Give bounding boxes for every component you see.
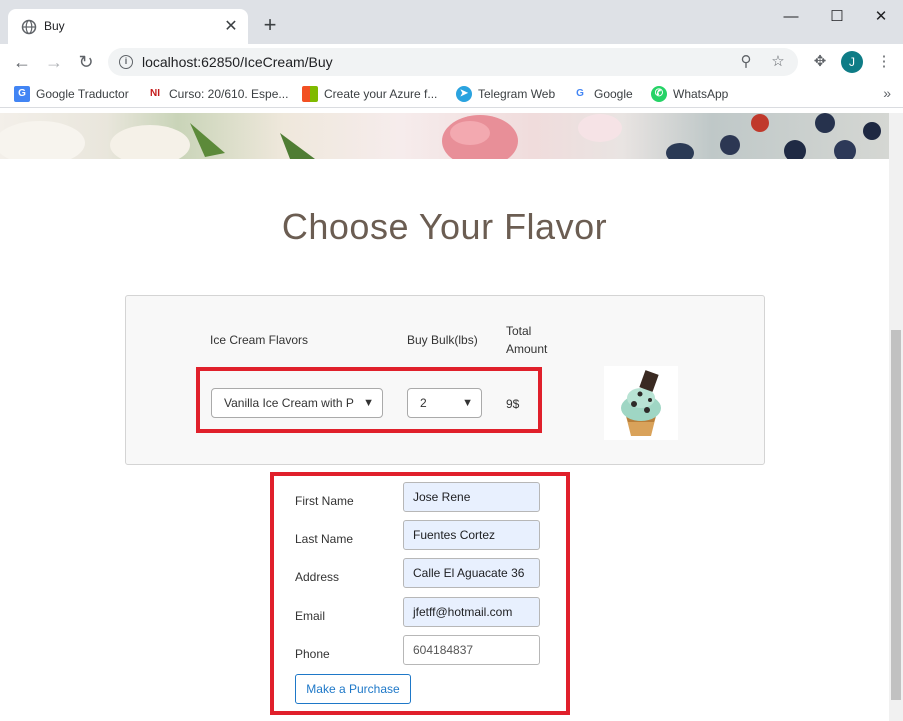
globe-icon [21,19,37,35]
ice-cream-icon [621,370,661,436]
email-field[interactable]: jfetff@hotmail.com [403,597,540,627]
address-bar[interactable]: i localhost:62850/IceCream/Buy ⚲ ☆ [108,48,798,76]
star-icon[interactable]: ☆ [768,52,788,72]
browser-toolbar: ← → ↻ i localhost:62850/IceCream/Buy ⚲ ☆… [0,44,903,80]
flavors-column-label: Ice Cream Flavors [210,333,309,347]
page-viewport: Choose Your Flavor Ice Cream Flavors Buy… [0,108,903,721]
page-scrollbar[interactable] [889,113,903,721]
hero-banner-image [0,113,889,159]
scrollbar-thumb[interactable] [891,330,901,700]
bookmark-google[interactable]: G Google [572,86,633,104]
bulk-column-label: Buy Bulk(lbs) [407,333,478,347]
flavor-select-value: Vanilla Ice Cream with P [224,396,354,410]
bookmark-whatsapp[interactable]: ✆ WhatsApp [651,86,728,104]
chevron-down-icon: ▼ [462,397,473,409]
avatar[interactable]: J [841,51,863,73]
bookmark-telegram[interactable]: ➤ Telegram Web [456,86,555,104]
order-card: Ice Cream Flavors Buy Bulk(lbs) Total Am… [125,295,765,465]
bulk-select[interactable]: 2 ▼ [407,388,482,418]
window-close-button[interactable]: ✕ [859,4,903,30]
first-name-label: First Name [295,494,354,508]
reload-icon[interactable]: ↻ [74,50,98,74]
zoom-icon[interactable]: ⚲ [736,52,756,72]
telegram-icon: ➤ [456,86,472,102]
total-column-label: Total Amount [506,324,548,356]
maximize-button[interactable]: ☐ [815,4,859,30]
last-name-field[interactable]: Fuentes Cortez [403,520,540,550]
forward-arrow-icon[interactable]: → [42,50,66,74]
page-title: Choose Your Flavor [281,206,608,247]
flavor-select[interactable]: Vanilla Ice Cream with P ▼ [211,388,383,418]
url-text[interactable]: localhost:62850/IceCream/Buy [142,54,333,70]
make-purchase-button[interactable]: Make a Purchase [295,674,411,704]
bookmark-curso[interactable]: NI Curso: 20/610. Espe... [147,86,288,104]
banner-decoration [0,113,881,159]
chevron-right-icon[interactable]: » [883,85,891,101]
ice-cream-product-image [604,366,678,440]
address-label: Address [295,570,340,584]
menu-icon[interactable]: ⋮ [874,52,894,72]
info-icon[interactable]: i [119,55,133,69]
address-field[interactable]: Calle El Aguacate 36 [403,558,540,588]
extensions-icon[interactable]: ✥ [810,52,830,72]
back-arrow-icon[interactable]: ← [10,50,34,74]
tab-buy[interactable]: Buy ✕ [8,9,248,44]
whatsapp-icon: ✆ [651,86,667,102]
google-translate-icon: G [14,86,30,102]
bookmarks-bar: G Google Traductor NI Curso: 20/610. Espe.… [0,80,903,108]
total-amount-value: 9$ [506,397,520,411]
close-icon[interactable]: ✕ [220,16,242,38]
new-tab-button[interactable]: + [258,14,282,38]
ni-icon: NI [147,86,163,102]
tab-strip: Buy ✕ + — ☐ ✕ [0,0,903,44]
first-name-field[interactable]: Jose Rene [403,482,540,512]
chevron-down-icon: ▼ [363,397,374,409]
last-name-label: Last Name [295,532,354,546]
bookmark-azure[interactable]: Create your Azure f... [302,86,437,104]
bulk-select-value: 2 [420,396,427,410]
customer-form: First Name Jose Rene Last Name Fuentes C… [270,472,570,715]
bookmark-google-traductor[interactable]: G Google Traductor [14,86,129,104]
minimize-button[interactable]: — [769,4,813,30]
phone-label: Phone [295,647,330,661]
google-icon: G [572,86,588,102]
microsoft-icon [302,86,318,102]
email-label: Email [295,609,326,623]
phone-field[interactable]: 604184837 [403,635,540,665]
tab-title: Buy [44,19,65,33]
